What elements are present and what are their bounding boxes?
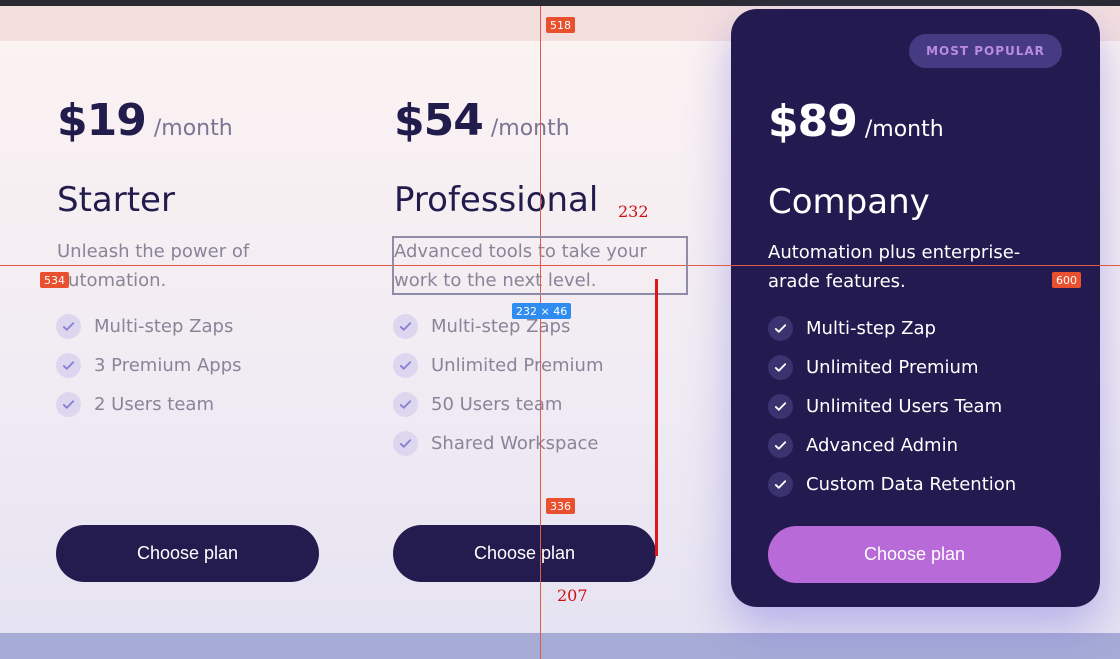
check-icon	[768, 433, 793, 458]
price-period: /month	[864, 117, 944, 142]
check-icon	[768, 355, 793, 380]
feature-label: 2 Users team	[94, 394, 214, 415]
plan-card-company: MOST POPULAR $89 /month Company Automati…	[731, 9, 1100, 607]
check-icon	[393, 431, 418, 456]
selection-size-label: 232 × 46	[512, 303, 572, 319]
list-item: Custom Data Retention	[768, 465, 1016, 504]
price-period: /month	[490, 116, 570, 141]
list-item: 50 Users team	[393, 385, 604, 424]
plan-name: Professional	[394, 180, 599, 220]
plan-name: Company	[768, 182, 930, 222]
price-amount: $19	[57, 95, 147, 146]
check-icon	[56, 353, 81, 378]
guide-x-label: 518	[546, 17, 575, 33]
feature-label: 50 Users team	[431, 394, 563, 415]
check-icon	[768, 394, 793, 419]
plan-price: $19 /month	[57, 95, 233, 146]
plan-description: Unleash the power of automation.	[57, 241, 250, 291]
list-item: Unlimited Premium	[768, 348, 1016, 387]
feature-list: Multi-step Zaps Unlimited Premium 50 Use…	[393, 307, 604, 463]
feature-label: 3 Premium Apps	[94, 355, 242, 376]
price-amount: $54	[394, 95, 484, 146]
price-amount: $89	[768, 96, 858, 147]
list-item: Multi-step Zaps	[56, 307, 242, 346]
footer-band	[0, 633, 1120, 659]
list-item: Shared Workspace	[393, 424, 604, 463]
feature-label: Advanced Admin	[806, 435, 958, 456]
list-item: Unlimited Users Team	[768, 387, 1016, 426]
price-period: /month	[153, 116, 233, 141]
list-item: Multi-step Zaps	[393, 307, 604, 346]
plan-description: Automation plus enterprise-arade feature…	[768, 242, 1021, 292]
list-item: Advanced Admin	[768, 426, 1016, 465]
check-icon	[56, 392, 81, 417]
feature-list: Multi-step Zap Unlimited Premium Unlimit…	[768, 309, 1016, 504]
selection-width-annotation: 232	[618, 202, 649, 221]
feature-label: Multi-step Zaps	[94, 316, 234, 337]
height-measure-line	[655, 279, 658, 556]
choose-plan-button-starter[interactable]: Choose plan	[56, 525, 319, 582]
check-icon	[768, 472, 793, 497]
feature-list: Multi-step Zaps 3 Premium Apps 2 Users t…	[56, 307, 242, 424]
list-item: Multi-step Zap	[768, 309, 1016, 348]
feature-label: Unlimited Premium	[806, 357, 979, 378]
plan-price: $89 /month	[768, 96, 944, 147]
feature-label: Shared Workspace	[431, 433, 599, 454]
check-icon	[393, 314, 418, 339]
feature-label: Custom Data Retention	[806, 474, 1017, 495]
most-popular-badge: MOST POPULAR	[909, 34, 1062, 68]
check-icon	[56, 314, 81, 339]
selection-box	[392, 236, 688, 295]
check-icon	[768, 316, 793, 341]
feature-label: Unlimited Premium	[431, 355, 604, 376]
feature-label: Unlimited Users Team	[806, 396, 1003, 417]
choose-plan-button-company[interactable]: Choose plan	[768, 526, 1061, 583]
plan-name: Starter	[57, 180, 175, 220]
list-item: 2 Users team	[56, 385, 242, 424]
gap-label: 336	[546, 498, 575, 514]
plan-price: $54 /month	[394, 95, 570, 146]
guide-y-label-right: 600	[1052, 272, 1081, 288]
line-length-annotation: 207	[557, 586, 588, 605]
list-item: 3 Premium Apps	[56, 346, 242, 385]
list-item: Unlimited Premium	[393, 346, 604, 385]
feature-label: Multi-step Zap	[806, 318, 936, 339]
choose-plan-button-professional[interactable]: Choose plan	[393, 525, 656, 582]
check-icon	[393, 353, 418, 378]
vertical-guide-line	[540, 6, 541, 659]
feature-label: Multi-step Zaps	[431, 316, 571, 337]
check-icon	[393, 392, 418, 417]
guide-y-label-left: 534	[40, 272, 69, 288]
